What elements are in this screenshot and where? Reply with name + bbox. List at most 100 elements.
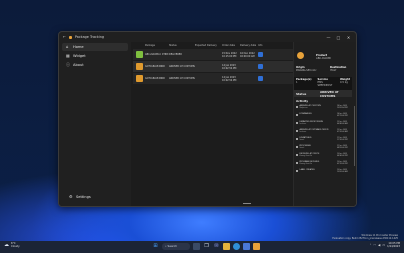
activity-location: Seoul xyxy=(299,147,305,149)
package-name: GOTO-BLUE-BIRD xyxy=(145,77,165,80)
timeline-dot-icon xyxy=(296,113,298,116)
activity-item: LABEL CREATED 10 Jan 2023 10:00:00 AM xyxy=(296,169,350,177)
service-field: Service EMS SPEEDPOST xyxy=(318,78,334,87)
sidebar-item-label: Home xyxy=(73,45,84,49)
weight-field: Weight 0.5 kg xyxy=(340,78,350,84)
package-tracking-app-icon[interactable] xyxy=(253,243,260,250)
activity-item: PROCESSED Seoul 11 Jan 2023 08:05:00 PM xyxy=(296,145,350,153)
header-delivery-date[interactable]: Delivery date xyxy=(240,44,258,47)
sidebar-item-settings[interactable]: ⚙ Settings xyxy=(65,193,125,201)
minimize-button[interactable]: — xyxy=(325,35,332,40)
status-value: ARRIVED AT CUSTOMS xyxy=(319,89,339,98)
edge-icon[interactable] xyxy=(233,243,240,250)
package-table: Package Status Expected Delivery Order d… xyxy=(133,42,293,206)
vertical-scrollbar[interactable] xyxy=(354,106,355,166)
title-bar: ← Package Tracking — □ ✕ xyxy=(59,32,356,42)
timeline-dot-icon xyxy=(296,105,298,108)
package-thumbnail xyxy=(136,51,143,58)
activity-text: FORWARDED xyxy=(299,113,312,115)
packages-field: Package(s) 1 xyxy=(296,78,312,84)
table-row[interactable]: ABC-XIAOMI-C XTRM DELIVERED 15 Nov 2022 … xyxy=(133,49,293,60)
timeline-dot-icon xyxy=(296,145,298,148)
timeline-dot-icon xyxy=(296,161,298,164)
timeline-dot-icon xyxy=(296,153,298,156)
activity-location: Incheon xyxy=(299,131,307,133)
info-icon: ⓘ xyxy=(66,62,70,67)
activity-time: 09:15:00 PM xyxy=(337,115,348,118)
timeline-dot-icon xyxy=(296,129,298,132)
info-icon xyxy=(258,76,263,81)
header-status[interactable]: Status xyxy=(169,44,195,47)
sidebar-item-widget[interactable]: ▦ Widget xyxy=(62,52,128,60)
volume-icon[interactable]: ◀ xyxy=(378,243,380,247)
back-icon[interactable]: ← xyxy=(63,35,66,39)
gear-icon: ⚙ xyxy=(69,194,73,199)
horizontal-scrollbar[interactable] xyxy=(243,203,251,204)
activity-location: Kwang-Seo-Gu xyxy=(299,155,313,157)
activity-item: FORWARDED 14 Jan 2023 09:15:00 PM xyxy=(296,113,350,121)
info-icon xyxy=(258,52,263,57)
watermark-line-2: Evaluation copy. Build 25276.rs_prerelea… xyxy=(332,237,398,240)
clock-date: 1/14/2023 xyxy=(387,245,400,249)
sidebar-item-label: Settings xyxy=(76,195,91,199)
header-order-date[interactable]: Order date xyxy=(222,44,240,47)
chevron-up-icon[interactable]: ˄ xyxy=(370,243,372,247)
activity-location: Seoul xyxy=(299,139,305,141)
wifi-icon[interactable]: ◠ xyxy=(373,243,376,247)
header-package[interactable]: Package xyxy=(145,44,169,47)
main-content: Package Status Expected Delivery Order d… xyxy=(131,42,356,206)
timeline-dot-icon xyxy=(296,169,298,172)
packages-label: Package(s) xyxy=(296,78,312,81)
activity-time: 10:02:54 PM xyxy=(337,107,348,110)
timeline-dot-icon xyxy=(296,137,298,140)
widgets-icon[interactable] xyxy=(193,243,200,250)
activity-item: ARRIVED AT OUTWARD OFFICE Incheon 12 Jan … xyxy=(296,129,350,137)
activity-time: 08:05:00 PM xyxy=(337,147,348,150)
table-row[interactable]: GOTO-BLUE-BIRD ARRIVED AT CUSTOMS 14 Jan… xyxy=(133,61,293,72)
close-button[interactable]: ✕ xyxy=(345,35,352,40)
package-name: GOTO-BLUE-BIRD xyxy=(145,65,165,68)
system-tray: ˄ ◠ ◀ ▭ 10:05 PM 1/14/2023 xyxy=(370,242,400,248)
task-view-icon[interactable]: ❐ xyxy=(203,243,210,250)
detail-panel: Product ABC-XIAOMI Origin KWANG-SEO-GU D… xyxy=(293,42,356,206)
battery-icon[interactable]: ▭ xyxy=(382,243,385,247)
file-explorer-icon[interactable] xyxy=(223,243,230,250)
table-header: Package Status Expected Delivery Order d… xyxy=(133,42,293,48)
store-icon[interactable] xyxy=(243,243,250,250)
activity-item: RECEIVED AT OFFICE Kwang-Seo-Gu 10 Jan 20… xyxy=(296,153,350,161)
info-button[interactable] xyxy=(258,64,268,69)
activity-location: Malpensa xyxy=(299,107,308,109)
package-name: ABC-XIAOMI-C XTRM xyxy=(145,53,169,56)
activity-time: 04:40:00 PM xyxy=(337,155,348,158)
sidebar-item-about[interactable]: ⓘ About xyxy=(62,61,128,69)
clock[interactable]: 10:05 PM 1/14/2023 xyxy=(387,242,400,248)
package-status: ARRIVED AT CUSTOMS xyxy=(169,65,195,68)
table-row[interactable]: GOTO-BLUE-BIRD ARRIVED AT CUSTOMS 14 Jan… xyxy=(133,73,293,84)
timeline-dot-icon xyxy=(296,121,298,124)
service-value: EMS SPEEDPOST xyxy=(317,81,333,87)
weight-value: 0.5 kg xyxy=(340,81,348,84)
activity-item: ARRIVED AT CUSTOMS Malpensa 14 Jan 2023 10… xyxy=(296,105,350,113)
activity-item: DISPATCHED Seoul 11 Jan 2023 11:30:00 PM xyxy=(296,137,350,145)
activity-time: 02:10:00 PM xyxy=(337,163,348,166)
origin-field: Origin KWANG-SEO-GU xyxy=(296,66,316,72)
header-expected[interactable]: Expected Delivery xyxy=(195,44,222,47)
widget-icon: ▦ xyxy=(66,53,70,58)
order-date: 14 Jan 2023 10:02:54 PM xyxy=(222,63,237,70)
packages-value: 1 xyxy=(296,81,298,84)
weather-widget[interactable]: ☁ 6°C Cloudy xyxy=(4,242,20,248)
search-input[interactable]: ⌕ Search xyxy=(162,243,190,250)
app-window: ← Package Tracking — □ ✕ ⌂ Home ▦ Widget… xyxy=(58,31,357,207)
product-field: Product ABC-XIAOMI xyxy=(316,54,331,60)
sidebar-item-home[interactable]: ⌂ Home xyxy=(62,43,128,51)
start-icon[interactable]: ⊞ xyxy=(152,243,159,250)
activity-time: 10:00:00 AM xyxy=(337,171,348,174)
package-summary-bar: Package(s) 1 Service EMS SPEEDPOST Weigh… xyxy=(294,77,352,90)
maximize-button[interactable]: □ xyxy=(335,35,342,40)
info-icon xyxy=(258,64,263,69)
info-button[interactable] xyxy=(258,52,268,57)
cloud-icon: ☁ xyxy=(4,241,9,248)
chat-icon[interactable]: ✉ xyxy=(213,243,220,250)
info-button[interactable] xyxy=(258,76,268,81)
search-label: Search xyxy=(167,244,178,248)
